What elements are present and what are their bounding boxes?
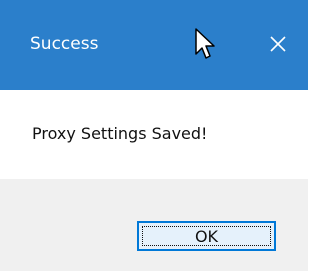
- message-dialog: Success Proxy Settings Saved! OK: [0, 0, 308, 271]
- close-button[interactable]: [255, 22, 301, 66]
- message-text: Proxy Settings Saved!: [32, 124, 208, 143]
- ok-button-label: OK: [194, 226, 219, 246]
- mouse-pointer-icon: [195, 28, 217, 62]
- dialog-title: Success: [30, 34, 99, 54]
- close-icon: [269, 35, 287, 53]
- ok-button[interactable]: OK: [137, 221, 276, 251]
- title-bar[interactable]: Success: [0, 0, 308, 90]
